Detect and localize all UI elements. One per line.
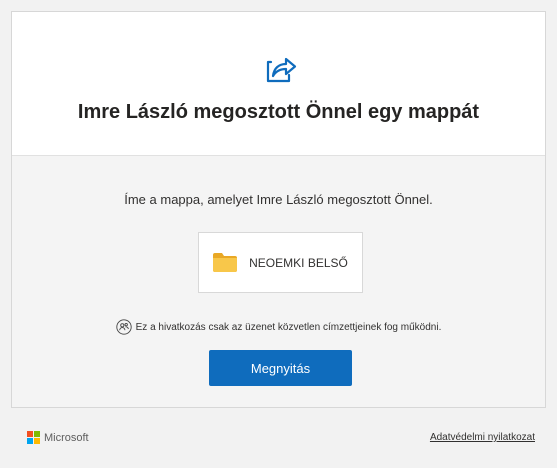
folder-name: NEOEMKI BELSŐ [249,255,348,270]
microsoft-logo-icon [27,431,40,444]
folder-icon [213,253,238,272]
people-icon [115,319,132,335]
microsoft-logo: Microsoft [27,431,89,444]
privacy-statement-link[interactable]: Adatvédelmi nyilatkozat [430,432,535,443]
page: Imre László megosztott Önnel egy mappát … [0,0,557,468]
page-title: Imre László megosztott Önnel egy mappát [77,101,480,123]
open-button[interactable]: Megnyitás [209,350,352,386]
share-icon [266,57,297,83]
notice-text: Ez a hivatkozás csak az üzenet közvetlen… [135,321,442,333]
microsoft-brand-text: Microsoft [44,431,89,444]
card-header: Imre László megosztott Önnel egy mappát [12,12,545,156]
card-body: Íme a mappa, amelyet Imre László megoszt… [12,156,545,408]
recipient-notice: Ez a hivatkozás csak az üzenet közvetlen… [12,319,545,335]
share-card: Imre László megosztott Önnel egy mappát … [11,11,546,408]
footer: Microsoft Adatvédelmi nyilatkozat [11,422,546,452]
share-description: Íme a mappa, amelyet Imre László megoszt… [124,192,433,207]
shared-folder-item[interactable]: NEOEMKI BELSŐ [198,232,363,293]
